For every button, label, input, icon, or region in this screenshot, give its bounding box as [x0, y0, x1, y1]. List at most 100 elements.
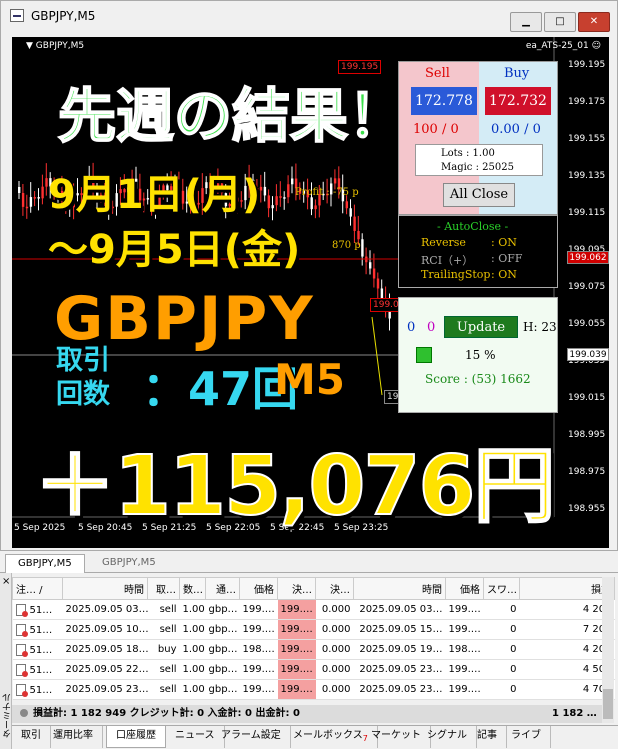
table-cell: 199.… [445, 659, 484, 680]
order-doc-icon [15, 623, 28, 637]
overlay-date-end: ～9月5日(金) [48, 227, 301, 273]
table-cell: gbp… [205, 679, 240, 700]
overlay-headline: 先週の結果！ [57, 81, 407, 151]
summary-row: 損益計: 1 182 949 クレジット計: 0 入金計: 0 出金計: 0 1… [12, 705, 602, 723]
table-cell: 0.000 [315, 679, 354, 700]
sell-price-button[interactable]: 172.778 [411, 87, 477, 115]
column-header[interactable]: 決… [277, 577, 316, 600]
table-cell: 199.… [239, 619, 278, 640]
table-cell: 2025.09.05 23… [353, 679, 446, 700]
table-cell: 199.… [239, 599, 278, 620]
table-cell: sell [147, 659, 180, 680]
table-cell: 4 700 [519, 679, 615, 700]
table-cell: 1.00 [179, 679, 206, 700]
terminal-tab[interactable]: 運用比率 [44, 726, 103, 748]
column-header[interactable]: 通… [205, 577, 240, 600]
all-close-button[interactable]: All Close [443, 183, 515, 207]
table-scrollbar[interactable] [602, 577, 614, 723]
price-tick: 198.955 [568, 504, 606, 514]
table-cell: 0 [483, 619, 520, 640]
table-cell: 2025.09.05 15… [353, 619, 446, 640]
terminal-tab[interactable]: ライブ [502, 726, 551, 748]
maximize-button[interactable]: □ [544, 12, 576, 32]
update-button[interactable]: Update [444, 316, 518, 338]
table-cell: 0 [483, 639, 520, 660]
terminal-close-icon[interactable]: × [2, 576, 10, 587]
chart-tab-1[interactable]: GBPJPY,M5 [5, 554, 85, 573]
price-box-bid: 199.039 [567, 348, 609, 361]
column-header[interactable]: 時間 [62, 577, 148, 600]
candle-body [361, 239, 364, 257]
table-cell: 1.00 [179, 659, 206, 680]
rci-label: RCI（+） [421, 254, 474, 267]
order-doc-icon [15, 643, 28, 657]
terminal-tab[interactable]: 口座履歴 [106, 726, 166, 748]
rci-value: : OFF [491, 252, 523, 265]
column-header[interactable]: 時間 [353, 577, 446, 600]
table-cell: 51… [12, 599, 63, 620]
order-id: 51… [29, 604, 53, 616]
table-cell: buy [147, 639, 180, 660]
autoclose-title: - AutoClose - [437, 220, 509, 233]
table-cell: gbp… [205, 599, 240, 620]
candle-body [263, 186, 267, 196]
table-row[interactable]: 51… 2025.09.05 10… sell 1.00 gbp… 199.… 199.… 0… [12, 619, 615, 640]
chart-tab-2[interactable]: GBPJPY,M5 [90, 554, 168, 573]
table-cell: 199.… [277, 599, 316, 620]
overlay-trade-label-2: 回数 [56, 379, 110, 410]
candle-body [353, 216, 356, 231]
chart-dropdown-icon[interactable]: ▼ [26, 41, 36, 51]
price-tick: 199.195 [568, 60, 606, 70]
table-row[interactable]: 51… 2025.09.05 23… sell 1.00 gbp… 199.… 199.… 0… [12, 679, 615, 700]
chart-window: GBPJPY,M5 ▁ □ ✕ ▼ GBPJPY,M5 ea_ATS-25_01… [0, 0, 618, 551]
column-header[interactable]: スワ… [483, 577, 520, 600]
candle-body [21, 193, 25, 207]
price-tick: 198.995 [568, 430, 606, 440]
column-header[interactable]: 取… [147, 577, 180, 600]
candle-body [357, 230, 360, 240]
column-header[interactable]: 決… [315, 577, 354, 600]
column-header[interactable]: 損益 [519, 577, 615, 600]
minimize-button[interactable]: ▁ [510, 12, 542, 32]
window-titlebar[interactable]: GBPJPY,M5 ▁ □ ✕ [1, 1, 617, 32]
terminal-tab[interactable]: アラーム設定 [212, 726, 291, 748]
table-cell: 0 [483, 659, 520, 680]
price-chart[interactable]: ▼ GBPJPY,M5 ea_ATS-25_01 ☺ 199.195 199.17… [12, 37, 609, 548]
buy-price-button[interactable]: 172.732 [485, 87, 551, 115]
candle-body [310, 197, 313, 210]
chart-symbol-text: GBPJPY,M5 [35, 41, 85, 51]
column-header[interactable]: 価格 [445, 577, 484, 600]
candle-body [41, 186, 44, 199]
candle-body [376, 278, 380, 289]
column-header[interactable]: 数… [179, 577, 206, 600]
lots-magic-box: Lots : 1.00 Magic : 25025 [415, 144, 543, 176]
trade-line [371, 316, 383, 396]
table-cell: 51… [12, 659, 63, 680]
table-cell: 1.00 [179, 619, 206, 640]
table-cell: sell [147, 599, 180, 620]
status-square[interactable] [416, 347, 432, 363]
terminal-side-bar: × ターミナル [0, 573, 13, 749]
ea-name-label: ea_ATS-25_01 ☺ [526, 41, 601, 51]
candle-body [29, 197, 33, 207]
chart-symbol-label: ▼ GBPJPY,M5 [26, 41, 84, 51]
table-row[interactable]: 51… 2025.09.05 03… sell 1.00 gbp… 199.… 199.… 0… [12, 599, 615, 620]
column-header[interactable]: 注… / [12, 577, 63, 600]
column-header[interactable]: 価格 [239, 577, 278, 600]
candle-body [267, 195, 270, 209]
update-panel: 0 0 Update H: 23 15 % Score : (53) 1662 [398, 297, 558, 413]
lots-text: Lots : 1.00 [441, 148, 495, 159]
scrollbar-thumb[interactable] [603, 689, 613, 719]
price-tick: 199.135 [568, 171, 606, 181]
table-row[interactable]: 51… 2025.09.05 18… buy 1.00 gbp… 198.… 199.… 0.… [12, 639, 615, 660]
table-cell: 198.… [445, 639, 484, 660]
terminal-panel: GBPJPY,M5 GBPJPY,M5 × ターミナル 注… / 時間 取… 数… 通…… [0, 551, 618, 749]
table-row[interactable]: 51… 2025.09.05 22… sell 1.00 gbp… 199.… 199.… 0… [12, 659, 615, 680]
table-cell: 2025.09.05 03… [62, 599, 148, 620]
window-title: GBPJPY,M5 [31, 9, 96, 23]
candle-body [279, 196, 282, 198]
reverse-label: Reverse [421, 236, 466, 249]
close-button[interactable]: ✕ [578, 12, 610, 32]
table-header: 注… / 時間 取… 数… 通… 価格 決… 決… 時間 価格 スワ… 損益 [12, 577, 615, 600]
order-id: 51… [29, 684, 53, 696]
